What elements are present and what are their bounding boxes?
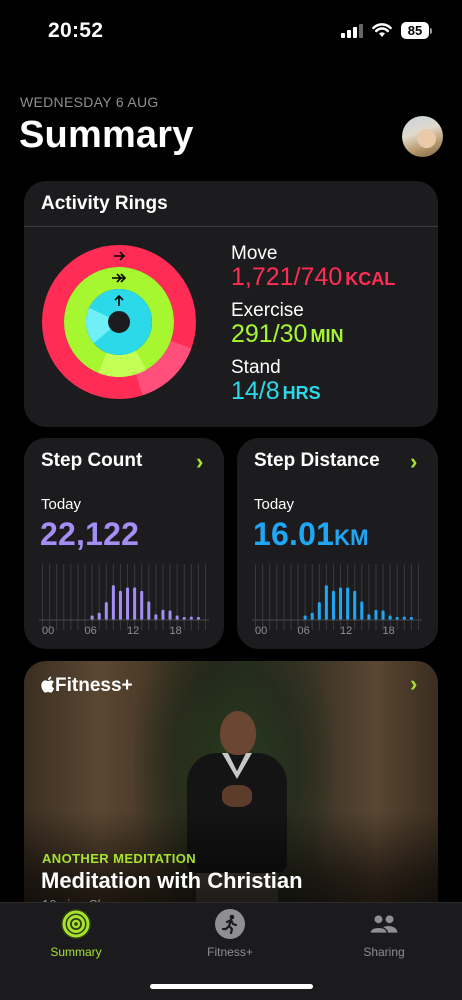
date-label: WEDNESDAY 6 AUG (20, 94, 159, 110)
people-icon (369, 909, 399, 939)
apple-logo-icon (41, 676, 55, 693)
stand-label: Stand (231, 357, 281, 378)
tab-sharing-label: Sharing (363, 945, 405, 959)
battery-level: 85 (401, 22, 429, 39)
chart-bar (374, 609, 378, 620)
chart-bar (402, 616, 406, 620)
chart-axis-label: 00 (255, 625, 267, 637)
chart-axis-label: 18 (170, 625, 182, 637)
step-distance-value: 16.01KM (253, 516, 369, 552)
chart-bar (97, 612, 101, 620)
chevron-right-icon: › (410, 449, 418, 474)
move-label: Move (231, 243, 278, 264)
chart-bar (388, 615, 392, 620)
step-distance-card[interactable]: Step Distance › Today 16.01KM 00 06 12 18 (237, 438, 438, 649)
chart-bar (133, 587, 137, 620)
status-bar: 20:52 85 (0, 0, 462, 62)
step-distance-period: Today (254, 496, 295, 513)
chart-bar (317, 602, 321, 620)
chevron-right-icon: › (410, 671, 418, 696)
tab-sharing[interactable]: Sharing (329, 909, 439, 959)
tab-fitness-plus[interactable]: Fitness+ (175, 909, 285, 959)
stand-value: 14/8 HRS (231, 377, 321, 405)
chart-bar (189, 616, 193, 620)
fitness-plus-kicker: ANOTHER MEDITATION (42, 851, 197, 866)
chart-bar (161, 609, 165, 620)
chart-bar (310, 612, 314, 620)
chart-axis-label: 12 (127, 625, 139, 637)
exercise-value: 291/30 MIN (231, 320, 344, 348)
chart-bar (147, 601, 151, 620)
step-count-title: Step Count (41, 450, 143, 471)
page-title: Summary (19, 114, 194, 156)
cellular-signal-icon (341, 23, 363, 38)
chart-bar (126, 587, 130, 620)
chart-axis-label: 00 (42, 625, 54, 637)
step-count-chart: 00 06 12 18 (39, 564, 209, 637)
chart-bar (339, 587, 343, 620)
step-distance-title: Step Distance (254, 450, 380, 471)
chart-axis-label: 12 (340, 625, 352, 637)
status-time: 20:52 (48, 19, 104, 42)
running-figure-icon (215, 909, 245, 939)
tab-summary[interactable]: Summary (21, 909, 131, 959)
step-distance-chart: 00 06 12 18 (252, 564, 422, 637)
activity-rings-title: Activity Rings (41, 193, 168, 214)
step-count-card[interactable]: Step Count › Today 22,122 00 06 12 18 (24, 438, 224, 649)
activity-rings-icon (61, 909, 91, 939)
avatar[interactable] (402, 116, 443, 157)
chart-bar (118, 590, 122, 620)
wifi-icon (372, 23, 392, 37)
fitness-plus-card[interactable]: Fitness+ › ANOTHER MEDITATION Meditation… (24, 661, 438, 921)
fitness-plus-logo: Fitness+ (40, 675, 133, 697)
activity-rings-card[interactable]: Activity Rings Move 1,721/740 KCAL Exerci… (24, 181, 438, 427)
tab-summary-label: Summary (50, 945, 102, 959)
chart-axis-label: 06 (298, 625, 310, 637)
home-indicator (150, 984, 313, 989)
move-value: 1,721/740 KCAL (231, 263, 396, 291)
chart-bar (104, 602, 108, 620)
chart-bar (140, 590, 144, 620)
chart-bar (381, 610, 385, 620)
chart-bar (346, 587, 350, 620)
chart-bar (154, 614, 158, 620)
divider (24, 226, 438, 227)
battery-icon: 85 (401, 22, 432, 39)
chart-bar (303, 615, 307, 620)
chart-axis-label: 18 (383, 625, 395, 637)
activity-rings-graphic (42, 245, 196, 399)
tab-fitness-plus-label: Fitness+ (207, 945, 253, 959)
chart-axis-label: 06 (85, 625, 97, 637)
chart-bar (367, 614, 371, 620)
fitness-plus-title: Meditation with Christian (41, 868, 303, 893)
status-icons: 85 (341, 22, 432, 39)
chart-bar (168, 610, 172, 620)
chart-bar (331, 590, 335, 620)
chart-bar (353, 590, 357, 620)
step-count-value: 22,122 (40, 516, 140, 552)
chart-bar (324, 585, 328, 620)
chart-bar (90, 615, 94, 620)
step-count-period: Today (41, 496, 82, 513)
chart-bar (175, 615, 179, 620)
exercise-label: Exercise (231, 300, 304, 321)
chevron-right-icon: › (196, 449, 204, 474)
chart-bar (111, 585, 115, 620)
chart-bar (360, 601, 364, 620)
